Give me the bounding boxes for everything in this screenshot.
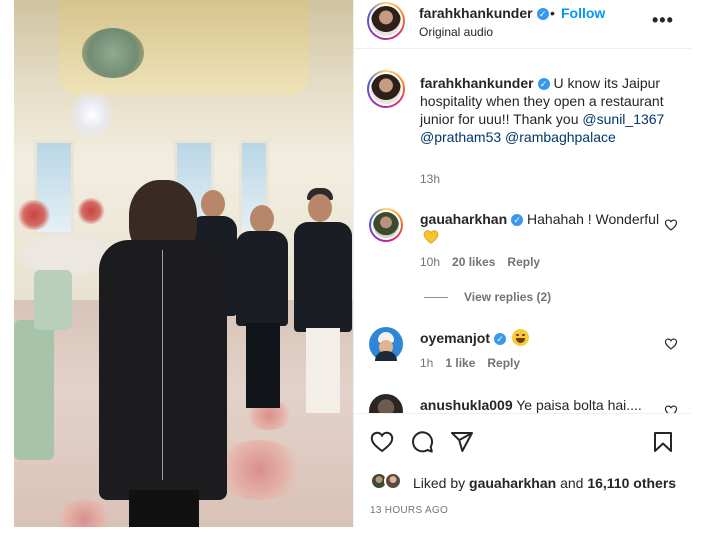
caption-avatar[interactable] [367,70,405,108]
caption-text: farahkhankunder ✓ U know its Jaipur hospi… [420,75,665,145]
comment-text: anushukla009 Ye paisa bolta hai.... [420,397,642,413]
mention-link[interactable]: @pratham53 [420,129,501,145]
comment-meta: 1h 1 like Reply [420,356,532,370]
comment-username[interactable]: gauaharkhan [420,211,507,227]
audio-label[interactable]: Original audio [419,25,493,39]
commenter-avatar[interactable] [369,208,403,242]
view-replies-button[interactable]: View replies (2) [464,290,551,304]
like-heart-icon[interactable] [370,430,394,454]
post-video[interactable] [14,0,353,527]
more-options-icon[interactable]: ••• [652,10,674,31]
comment-likes[interactable]: 20 likes [452,255,495,269]
comments-list[interactable]: farahkhankunder ✓ U know its Jaipur hospi… [354,50,691,413]
separator-dot: • [550,5,555,21]
like-comment-icon[interactable] [664,218,678,232]
chandelier [69,90,115,140]
verified-icon: ✓ [494,333,507,345]
comment-time: 10h [420,255,441,269]
yellow-heart-emoji-icon [423,230,439,244]
woman-in-black [99,180,229,527]
reply-button[interactable]: Reply [507,255,540,269]
commenter-avatar[interactable] [369,394,403,413]
liker-avatar[interactable] [384,472,402,490]
comment-text: gauaharkhan ✓ Hahahah ! Wonderful [420,210,660,246]
save-bookmark-icon[interactable] [651,430,675,454]
commenter-avatar[interactable] [369,327,403,361]
like-comment-icon[interactable] [664,337,678,351]
post-sidebar: farahkhankunder ✓ • Follow Original audio… [353,0,691,527]
post-timestamp[interactable]: 13 HOURS AGO [370,505,448,516]
post-header: farahkhankunder ✓ • Follow Original audio… [354,0,691,49]
chair [34,270,72,330]
liked-user-link[interactable]: gauaharkhan [469,475,556,491]
comment-username[interactable]: oyemanjot [420,330,490,346]
mention-link[interactable]: @sunil_1367 [582,111,664,127]
mention-link[interactable]: @rambaghpalace [505,129,616,145]
comment-text: oyemanjot ✓ [420,329,660,347]
verified-icon: ✓ [536,8,549,20]
comment-time: 1h [420,356,434,370]
share-send-icon[interactable] [450,430,474,454]
author-username[interactable]: farahkhankunder ✓ [419,5,549,21]
comment-username[interactable]: anushukla009 [420,397,513,413]
chair [14,320,54,460]
caption-time: 13h [420,172,441,186]
verified-icon: ✓ [537,78,550,90]
reply-button[interactable]: Reply [487,356,520,370]
liked-by-text: Liked by gauaharkhan and 16,110 others [413,475,677,491]
caption-username[interactable]: farahkhankunder [420,75,534,91]
comment-likes[interactable]: 1 like [445,356,475,370]
video-frame-scene [14,0,353,527]
laughing-face-emoji-icon [512,329,530,346]
replies-divider [424,297,448,298]
like-comment-icon[interactable] [664,404,678,413]
post-actions: Liked by gauaharkhan and 16,110 others 1… [354,413,691,527]
comment-bubble-icon[interactable] [410,430,434,454]
ceiling-mural [82,28,144,78]
author-avatar[interactable] [367,2,405,40]
follow-button[interactable]: Follow [561,5,605,21]
likes-count-link[interactable]: 16,110 others [587,475,676,491]
verified-icon: ✓ [511,214,524,226]
comment-meta: 10h 20 likes Reply [420,255,552,269]
flower-arrangement [16,200,52,230]
